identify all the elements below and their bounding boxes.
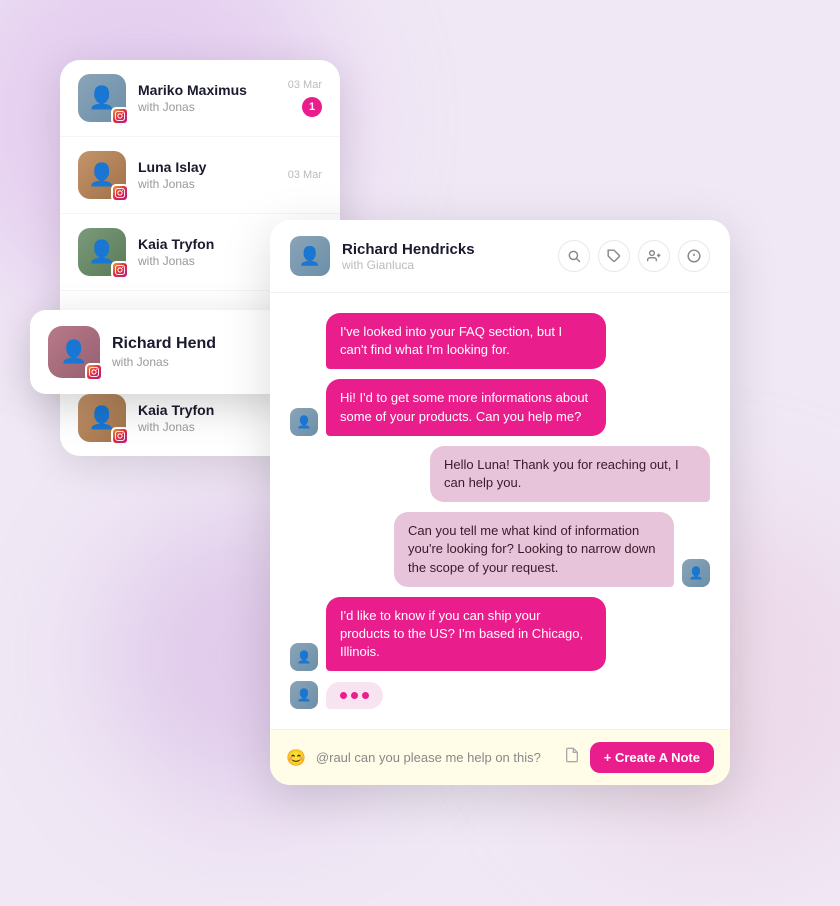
message-row-2: 👤 Hi! I'd to get some more informations … (290, 379, 710, 435)
typing-dot-2 (351, 692, 358, 699)
message-row-4: Can you tell me what kind of information… (290, 512, 710, 587)
selected-name: Richard Hend (112, 335, 282, 353)
chat-contact-name: Richard Hendricks (342, 241, 546, 258)
avatar-wrap-1: 👤 (78, 74, 126, 122)
message-row-3: Hello Luna! Thank you for reaching out, … (290, 446, 710, 502)
conversation-item-2[interactable]: 👤 Luna Islay with Jonas 03 Mar (60, 137, 340, 214)
chat-footer: 😊 + Create A Note (270, 729, 730, 785)
instagram-badge-1 (111, 107, 129, 125)
conv-date-1: 03 Mar (288, 79, 322, 91)
message-row-6-typing: 👤 (290, 681, 710, 709)
conv-name-1: Mariko Maximus (138, 82, 276, 98)
conv-date-2: 03 Mar (288, 169, 322, 181)
chat-body: I've looked into your FAQ section, but I… (270, 293, 730, 729)
chat-contact-sub: with Gianluca (342, 258, 546, 272)
selected-conv-info: Richard Hend with Jonas (112, 335, 282, 369)
instagram-badge-6 (111, 427, 129, 445)
conv-meta-1: 03 Mar 1 (288, 79, 322, 117)
chat-header-info: Richard Hendricks with Gianluca (342, 241, 546, 272)
chat-panel: 👤 Richard Hendricks with Gianluca (270, 220, 730, 785)
unread-badge-1: 1 (302, 97, 322, 117)
instagram-badge-2 (111, 184, 129, 202)
typing-dot-1 (340, 692, 347, 699)
selected-avatar-wrap: 👤 (48, 326, 100, 378)
message-bubble-4: Can you tell me what kind of information… (394, 512, 674, 587)
conv-name-2: Luna Islay (138, 159, 276, 175)
typing-indicator (326, 682, 383, 709)
msg-avatar-2: 👤 (290, 408, 318, 436)
conv-sub-1: with Jonas (138, 100, 276, 114)
avatar-wrap-3: 👤 (78, 228, 126, 276)
chat-header-avatar: 👤 (290, 236, 330, 276)
chat-header-actions (558, 240, 710, 272)
attach-icon[interactable] (564, 747, 580, 768)
msg-avatar-5: 👤 (290, 643, 318, 671)
selected-sub: with Jonas (112, 355, 282, 369)
message-bubble-3: Hello Luna! Thank you for reaching out, … (430, 446, 710, 502)
chat-header: 👤 Richard Hendricks with Gianluca (270, 220, 730, 293)
instagram-badge-3 (111, 261, 129, 279)
conv-info-1: Mariko Maximus with Jonas (138, 82, 276, 114)
conv-sub-2: with Jonas (138, 177, 276, 191)
emoji-icon[interactable]: 😊 (286, 748, 306, 768)
selected-ig-badge (85, 363, 103, 381)
msg-avatar-4: 👤 (682, 559, 710, 587)
conversation-item-1[interactable]: 👤 Mariko Maximus with Jonas 03 Mar 1 (60, 60, 340, 137)
create-note-button[interactable]: + Create A Note (590, 742, 714, 773)
message-bubble-1: I've looked into your FAQ section, but I… (326, 313, 606, 369)
avatar-wrap-2: 👤 (78, 151, 126, 199)
assign-button[interactable] (638, 240, 670, 272)
typing-dot-3 (362, 692, 369, 699)
message-input[interactable] (316, 750, 554, 765)
message-bubble-2: Hi! I'd to get some more informations ab… (326, 379, 606, 435)
avatar-wrap-6: 👤 (78, 394, 126, 442)
msg-avatar-6: 👤 (290, 681, 318, 709)
conv-info-2: Luna Islay with Jonas (138, 159, 276, 191)
message-row-1: I've looked into your FAQ section, but I… (290, 313, 710, 369)
info-button[interactable] (678, 240, 710, 272)
message-row-5: 👤 I'd like to know if you can ship your … (290, 597, 710, 672)
selected-conversation-card[interactable]: 👤 Richard Hend with Jonas (30, 310, 300, 394)
search-button[interactable] (558, 240, 590, 272)
conv-meta-2: 03 Mar (288, 169, 322, 181)
message-bubble-5: I'd like to know if you can ship your pr… (326, 597, 606, 672)
tag-button[interactable] (598, 240, 630, 272)
